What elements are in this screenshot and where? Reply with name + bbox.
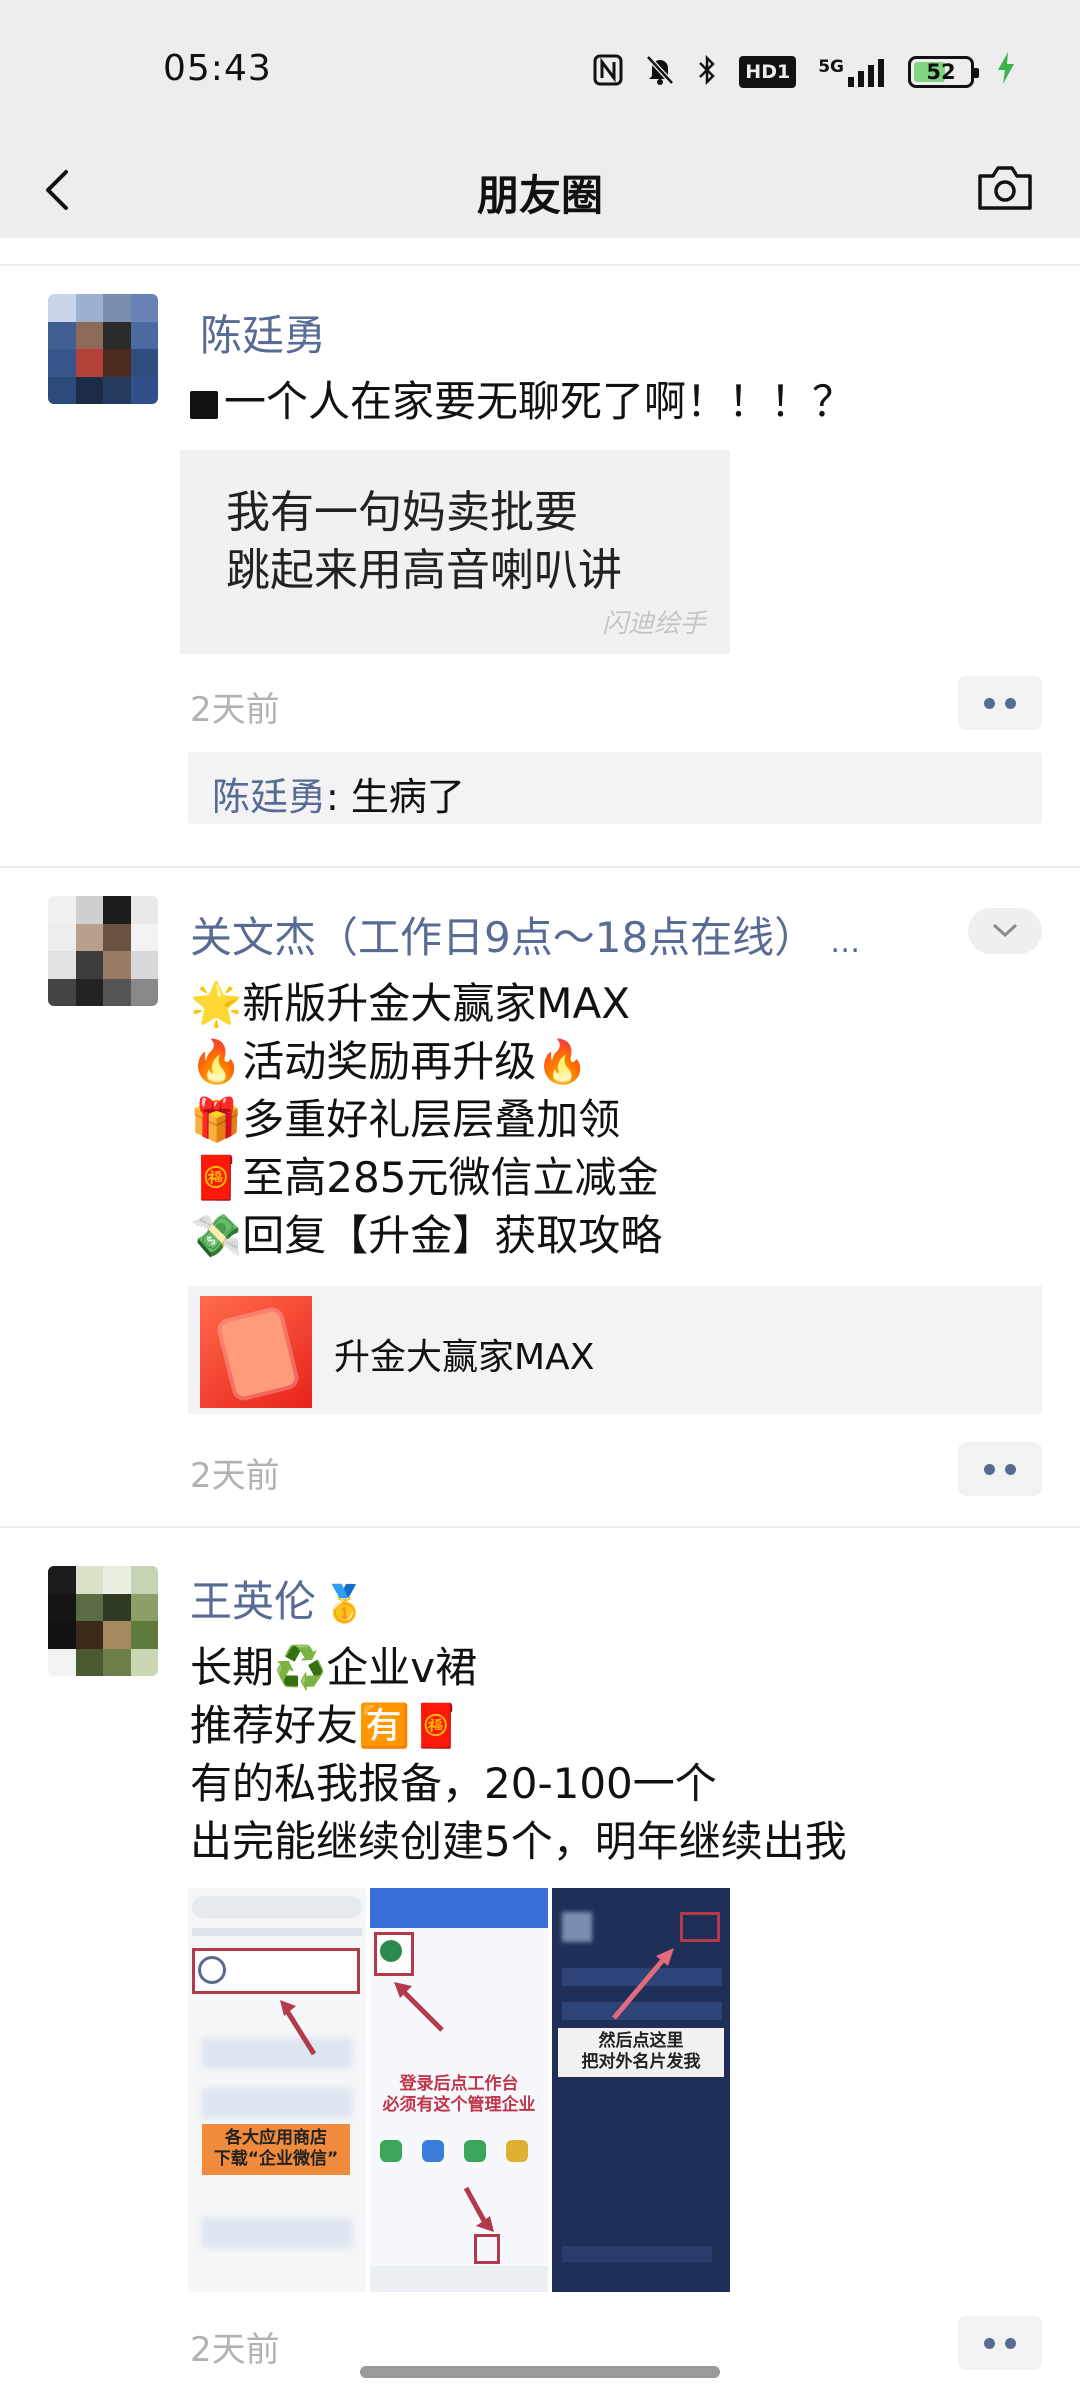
avatar[interactable]: [48, 294, 158, 404]
bluetooth-icon: [697, 54, 717, 91]
dot: [1005, 2337, 1016, 2349]
link-thumbnail: [200, 1296, 312, 1408]
status-bar: 05:43 HD1 5G 52: [0, 0, 1080, 142]
screenshot-business-card: 然后点这里 把对外名片发我: [552, 1888, 730, 2292]
post-image[interactable]: 我有一句妈卖批要 跳起来用高音喇叭讲 闪迪绘手: [180, 450, 730, 654]
status-icons: HD1 5G 52: [593, 50, 1016, 94]
battery-icon: 52: [908, 56, 979, 88]
post-time: 2天前: [190, 1456, 280, 1496]
more-options-button[interactable]: [958, 676, 1042, 730]
post-text-line: 长期♻️企业v裙: [190, 1643, 478, 1692]
charging-icon: [996, 51, 1016, 93]
red-envelope-icon: [219, 1309, 297, 1399]
post-text-line: 出完能继续创建5个，明年继续出我: [190, 1817, 847, 1866]
mute-bell-icon: [645, 54, 675, 91]
nav-bar: 朋友圈: [0, 142, 1080, 238]
post-image-collage[interactable]: 各大应用商店 下载“企业微信” 登录后点工作台 必须有这个管理企业 然后点这里 …: [188, 1888, 730, 2292]
post-time: 2天前: [190, 690, 280, 730]
image-signature: 闪迪绘手: [601, 609, 706, 639]
post-text-line: 🎁多重好礼层层叠加领: [190, 1095, 621, 1144]
screenshot-caption: 登录后点工作台 必须有这个管理企业: [382, 2074, 536, 2116]
post-text-line: 🧧至高285元微信立减金: [190, 1153, 659, 1202]
image-text-line: 跳起来用高音喇叭讲: [226, 545, 622, 596]
comment-text: : 生病了: [326, 775, 465, 819]
author-name-text[interactable]: 关文杰（工作日9点～18点在线）: [190, 913, 816, 962]
comment-box[interactable]: 陈廷勇: 生病了: [188, 752, 1042, 824]
post-author-name[interactable]: 陈廷勇: [200, 302, 326, 363]
network-type: 5G: [818, 57, 844, 77]
post-author-name[interactable]: 王英伦 🥇: [190, 1568, 367, 1629]
link-card[interactable]: 升金大赢家MAX: [188, 1286, 1042, 1414]
status-time: 05:43: [163, 48, 272, 89]
more-options-button[interactable]: [958, 2316, 1042, 2370]
post-text-line: 💸回复【升金】获取攻略: [190, 1211, 663, 1260]
chevron-down-icon: [993, 924, 1017, 938]
screenshot-caption: 然后点这里 把对外名片发我: [558, 2028, 724, 2077]
nfc-icon: [593, 54, 623, 91]
post-author-name[interactable]: 关文杰（工作日9点～18点在线） …: [190, 904, 860, 965]
post-text-line: 有的私我报备，20-100一个: [190, 1759, 717, 1808]
divider: [0, 264, 1080, 266]
post-text-line: 🌟新版升金大赢家MAX: [190, 979, 631, 1028]
dot: [984, 697, 995, 709]
image-text-line: 我有一句妈卖批要: [226, 487, 578, 538]
camera-icon[interactable]: [976, 162, 1034, 214]
post-text: 一个人在家要无聊死了啊！！！？: [190, 368, 854, 429]
screenshot-app-store: 各大应用商店 下载“企业微信”: [188, 1888, 366, 2292]
divider: [0, 1526, 1080, 1528]
divider: [0, 866, 1080, 868]
page-title: 朋友圈: [476, 171, 603, 220]
post-text-content: 一个人在家要无聊死了啊！！！？: [224, 377, 855, 426]
screenshot-caption: 各大应用商店 下载“企业微信”: [202, 2124, 350, 2175]
link-title: 升金大赢家MAX: [334, 1337, 595, 1378]
post-text-line: 推荐好友🈶🧧: [190, 1701, 463, 1750]
dot: [984, 1463, 995, 1475]
battery-level: 52: [926, 60, 956, 84]
screenshot-workbench: 登录后点工作台 必须有这个管理企业: [370, 1888, 548, 2292]
hd-badge: HD1: [739, 56, 797, 88]
author-name-text[interactable]: 王英伦: [190, 1577, 316, 1626]
name-ellipsis: …: [830, 925, 861, 960]
avatar[interactable]: [48, 1566, 158, 1676]
author-name-text[interactable]: 陈廷勇: [200, 311, 326, 360]
post-text-line: 🔥活动奖励再升级🔥: [190, 1037, 589, 1086]
avatar[interactable]: [48, 896, 158, 1006]
post-time: 2天前: [190, 2330, 280, 2370]
more-options-button[interactable]: [958, 1442, 1042, 1496]
text-fragment: [190, 390, 218, 419]
medal-icon: 🥇: [322, 1584, 367, 1625]
expand-button[interactable]: [968, 908, 1042, 954]
signal-icon: 5G: [818, 57, 886, 87]
dot: [984, 2337, 995, 2349]
home-indicator[interactable]: [360, 2366, 720, 2378]
comment-author[interactable]: 陈廷勇: [212, 775, 326, 819]
dot: [1005, 1463, 1016, 1475]
dot: [1005, 697, 1016, 709]
